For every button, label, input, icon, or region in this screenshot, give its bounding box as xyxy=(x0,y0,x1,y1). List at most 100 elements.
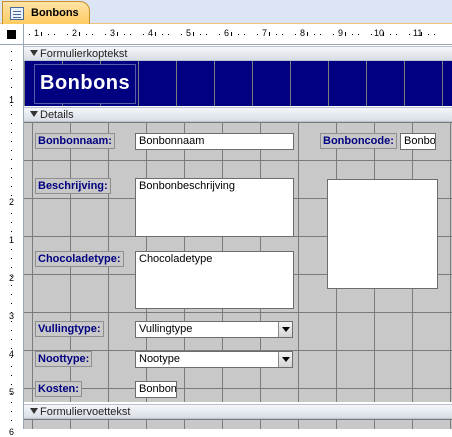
ruler-tick xyxy=(130,34,131,35)
textbox-beschrijving[interactable]: Bonbonbeschrijving xyxy=(135,178,294,237)
ruler-tick xyxy=(193,32,194,36)
ruler-tick xyxy=(11,411,12,412)
combobox-vullingtype[interactable]: Vullingtype xyxy=(135,321,293,338)
ruler-tick xyxy=(428,34,429,35)
ruler-number: 2 xyxy=(72,28,78,38)
section-label: Formuliervoettekst xyxy=(40,406,131,418)
ruler-tick xyxy=(11,186,12,187)
label-bonbonnaam[interactable]: Bonbonnaam: xyxy=(35,133,115,149)
ruler-tick xyxy=(200,34,201,35)
ruler-tick xyxy=(434,34,435,35)
ruler-number: 5 xyxy=(9,387,15,397)
footer-design-grid[interactable] xyxy=(24,419,452,429)
ruler-tick xyxy=(11,195,12,196)
ruler-tick xyxy=(11,150,12,151)
ruler-number: 6 xyxy=(224,28,230,38)
horizontal-ruler[interactable]: 1 2 3 4 5 6 7 8 9 10 11 xyxy=(24,24,452,45)
ruler-number: 3 xyxy=(110,28,116,38)
textbox-chocoladetype[interactable]: Chocoladetype xyxy=(135,251,294,309)
ruler-tick xyxy=(11,375,12,376)
ruler-tick xyxy=(11,330,12,331)
section-bar-detail[interactable]: Details xyxy=(24,107,452,122)
ruler-number: 9 xyxy=(338,28,344,38)
form-icon xyxy=(10,7,24,20)
ruler-tick xyxy=(269,32,270,36)
ruler-tick xyxy=(390,34,391,35)
ruler-tick xyxy=(11,339,12,340)
textbox-bonbonnaam[interactable]: Bonbonnaam xyxy=(135,133,294,150)
image-frame[interactable] xyxy=(327,179,438,289)
ruler-tick xyxy=(257,34,258,35)
ruler-tick xyxy=(11,231,12,232)
header-title-label[interactable]: Bonbons xyxy=(34,64,136,104)
ruler-number: 4 xyxy=(148,28,154,38)
ruler-tick xyxy=(11,420,12,421)
ruler-tick xyxy=(11,303,12,304)
ruler-tick xyxy=(11,159,12,160)
ruler-tick xyxy=(11,384,12,385)
ruler-tick xyxy=(11,402,12,403)
ruler-tick xyxy=(11,321,12,322)
ruler-tick xyxy=(11,222,12,223)
section-bar-footer[interactable]: Formuliervoettekst xyxy=(24,404,452,419)
ruler-tick xyxy=(383,32,384,36)
ruler-tick xyxy=(48,34,49,35)
ruler-tick xyxy=(11,285,12,286)
section-collapse-icon xyxy=(30,111,38,118)
section-collapse-icon xyxy=(30,408,38,415)
vertical-ruler[interactable]: 1 2 1 2 3 4 5 6 xyxy=(0,45,24,437)
ruler-tick xyxy=(320,34,321,35)
ruler-tick xyxy=(117,32,118,36)
header-title-text: Bonbons xyxy=(40,72,131,94)
ruler-tick xyxy=(79,32,80,36)
combobox-noottype[interactable]: Nootype xyxy=(135,351,293,368)
ruler-tick xyxy=(396,34,397,35)
ruler-number: 1 xyxy=(34,28,40,38)
ruler-tick xyxy=(345,32,346,36)
ruler-tick xyxy=(86,34,87,35)
dropdown-arrow-icon[interactable] xyxy=(278,322,292,337)
combobox-value: Vullingtype xyxy=(139,323,193,335)
form-selector-icon xyxy=(7,30,16,39)
label-noottype[interactable]: Noottype: xyxy=(35,351,93,367)
tab-label: Bonbons xyxy=(31,7,79,19)
ruler-tick xyxy=(11,51,12,52)
ruler-tick xyxy=(155,32,156,36)
ruler-tick xyxy=(11,393,12,394)
section-bar-header[interactable]: Formulierkoptekst xyxy=(24,46,452,61)
ruler-tick xyxy=(333,34,334,35)
textbox-kosten[interactable]: Bonbon xyxy=(135,381,177,398)
label-bonboncode[interactable]: Bonboncode: xyxy=(320,133,397,149)
ruler-tick xyxy=(314,34,315,35)
ruler-tick xyxy=(124,34,125,35)
ruler-tick xyxy=(421,32,422,36)
ruler-tick xyxy=(219,34,220,35)
dropdown-arrow-icon[interactable] xyxy=(278,352,292,367)
ruler-tick xyxy=(276,34,277,35)
ruler-tick xyxy=(105,34,106,35)
ruler-tick xyxy=(11,168,12,169)
ruler-tick xyxy=(29,34,30,35)
ruler-tick xyxy=(231,32,232,36)
label-kosten[interactable]: Kosten: xyxy=(35,381,82,397)
label-vullingtype[interactable]: Vullingtype: xyxy=(35,321,104,337)
ruler-tick xyxy=(11,105,12,106)
label-beschrijving[interactable]: Beschrijving: xyxy=(35,178,111,194)
ruler-tick xyxy=(238,34,239,35)
combobox-value: Nootype xyxy=(139,353,180,365)
ruler-tick xyxy=(143,34,144,35)
ruler-tick xyxy=(11,123,12,124)
ruler-tick xyxy=(295,34,296,35)
ruler-tick xyxy=(181,34,182,35)
ruler-tick xyxy=(11,96,12,97)
ruler-tick xyxy=(11,312,12,313)
form-selector[interactable] xyxy=(0,24,24,45)
label-chocoladetype[interactable]: Chocoladetype: xyxy=(35,251,124,267)
ruler-tick xyxy=(307,32,308,36)
ruler-tick xyxy=(11,132,12,133)
ruler-number: 2 xyxy=(9,273,15,283)
ruler-tick xyxy=(11,177,12,178)
tab-bonbons[interactable]: Bonbons xyxy=(2,1,90,25)
ruler-tick xyxy=(41,32,42,36)
textbox-bonboncode[interactable]: Bonbo xyxy=(400,133,436,150)
